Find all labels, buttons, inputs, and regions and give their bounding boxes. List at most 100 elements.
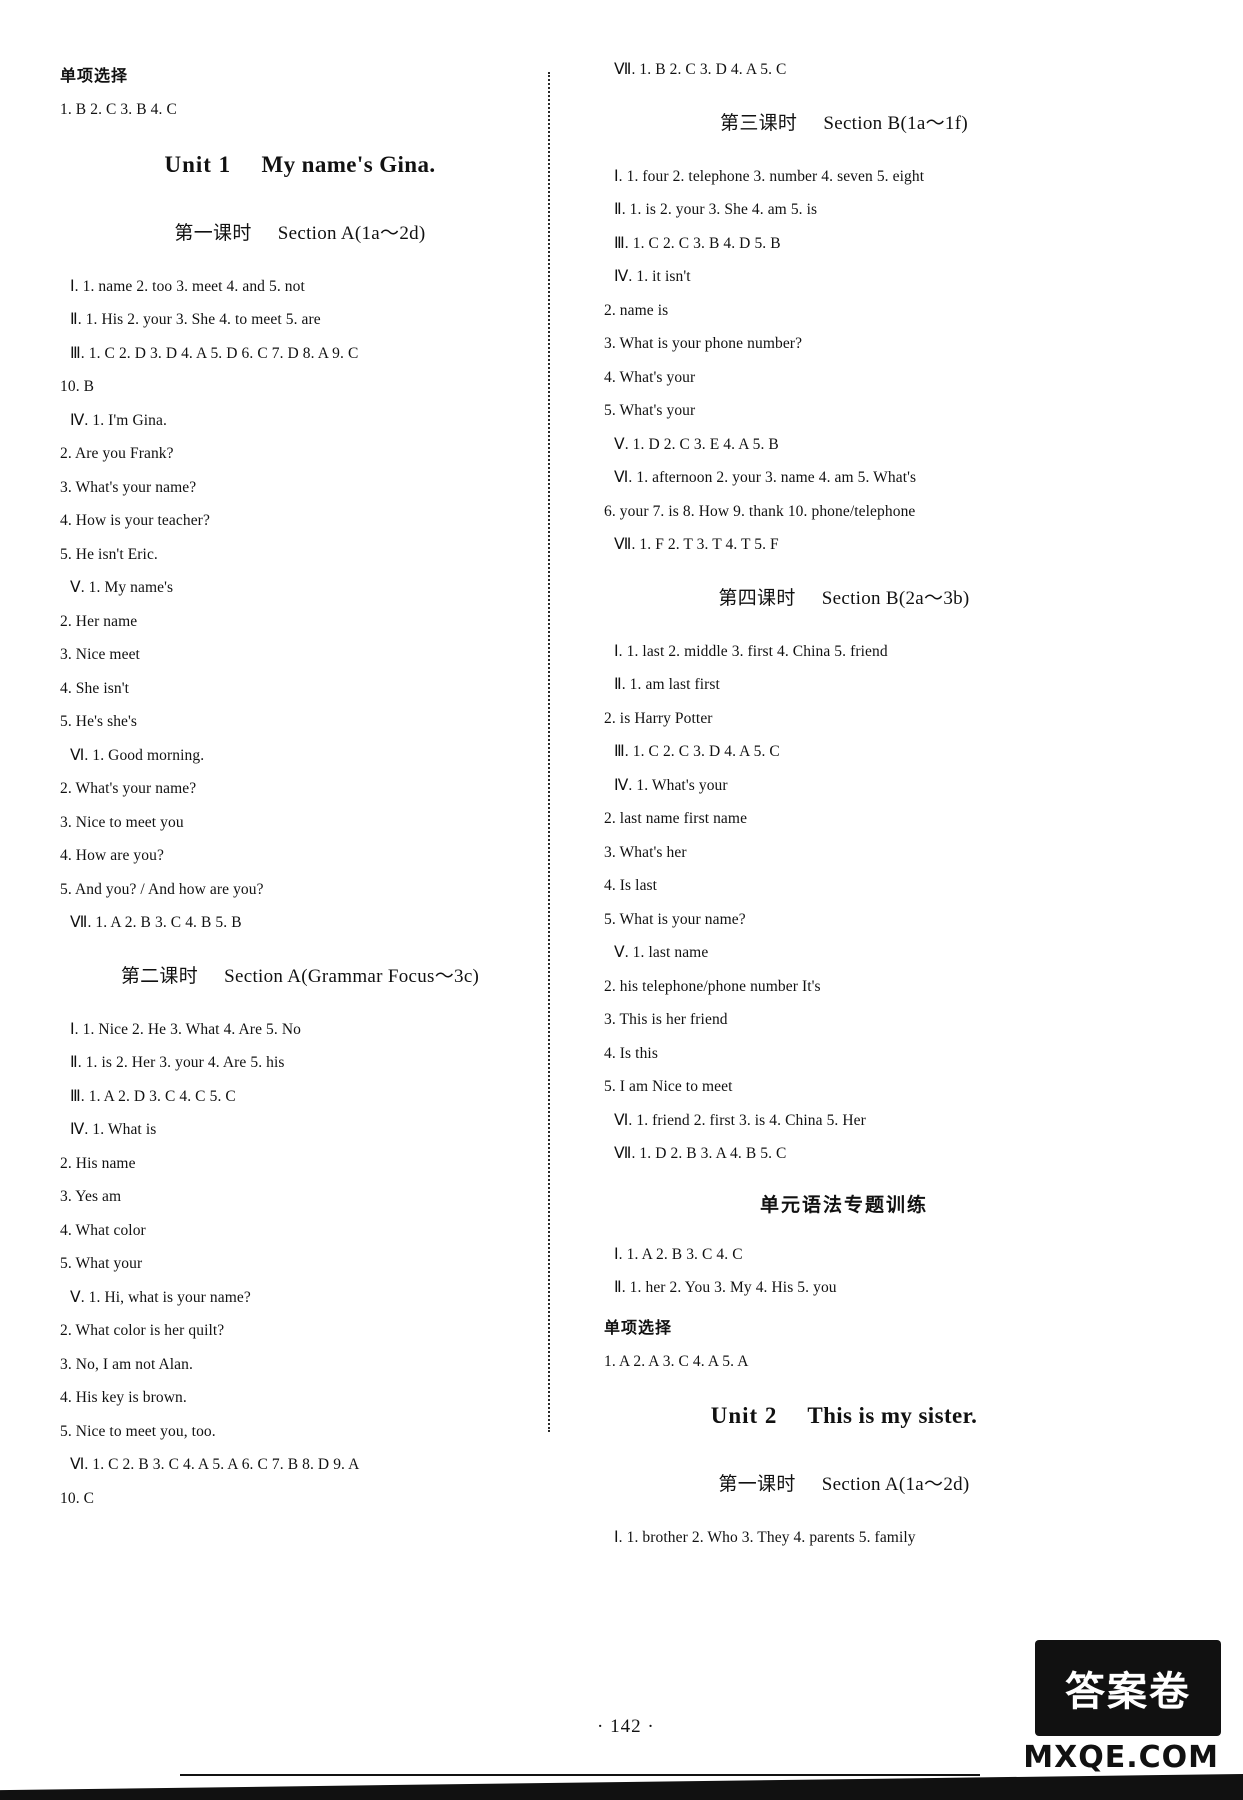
answer-line: 10. C	[60, 1489, 95, 1507]
answer-line: Ⅴ. 1. D 2. C 3. E 4. A 5. B	[614, 435, 779, 453]
answer-line: 5. Nice to meet you, too.	[60, 1422, 216, 1440]
answer-line: 4. What color	[60, 1221, 146, 1239]
answer-line: Ⅱ. 1. her 2. You 3. My 4. His 5. you	[614, 1279, 837, 1296]
answer-line: 3. Nice to meet you	[60, 813, 184, 831]
page-number: · 142 ·	[597, 1716, 655, 1737]
answer-line: 5. He's she's	[60, 713, 138, 730]
answer-line: 4. His key is brown.	[60, 1389, 187, 1406]
unit-1-name: My name's Gina.	[261, 151, 436, 177]
answer-line: Ⅳ. 1. it isn't	[614, 268, 691, 285]
answer-line: Ⅴ. 1. last name	[614, 944, 709, 961]
lesson-2-en: Section A(Grammar Focus～3c)	[224, 965, 480, 987]
answer-line: Ⅰ. 1. name 2. too 3. meet 4. and 5. not	[70, 277, 305, 295]
answer-line: Ⅱ. 1. is 2. Her 3. your 4. Are 5. his	[70, 1054, 285, 1071]
watermark: 答案卷 MXQE.COM	[1019, 1640, 1227, 1790]
footer-rule	[180, 1774, 980, 1776]
answer-line: Ⅵ. 1. afternoon 2. your 3. name 4. am 5.…	[614, 469, 917, 486]
answer-line: 3. No, I am not Alan.	[60, 1355, 193, 1373]
answer-line: Ⅳ. 1. What's your	[614, 776, 728, 794]
watermark-badge: 答案卷	[1035, 1640, 1221, 1736]
answer-line: 5. What's your	[604, 402, 696, 419]
answer-line: 3. Yes am	[60, 1188, 122, 1205]
unit-1-label: Unit 1	[164, 151, 232, 177]
answer-line: 3. What's your name?	[60, 478, 197, 496]
lesson-1-en: Section A(1a～2d)	[277, 222, 426, 244]
lesson-2-cn: 第二课时	[120, 964, 199, 987]
answer-line: Ⅲ. 1. A 2. D 3. C 4. C 5. C	[70, 1087, 236, 1105]
lesson-3-cn: 第三课时	[720, 111, 798, 134]
right-top-answers: Ⅶ. 1. B 2. C 3. D 4. A 5. C	[614, 61, 787, 78]
answer-line: Ⅶ. 1. D 2. B 3. A 4. B 5. C	[614, 1145, 787, 1162]
answer-line: Ⅴ. 1. My name's	[70, 579, 174, 596]
answer-line: Ⅵ. 1. C 2. B 3. C 4. A 5. A 6. C 7. B 8.…	[70, 1456, 360, 1473]
answer-line: Ⅱ. 1. His 2. your 3. She 4. to meet 5. a…	[70, 311, 321, 328]
lesson-5-en: Section A(1a～2d)	[821, 1474, 970, 1495]
answer-line: Ⅴ. 1. Hi, what is your name?	[70, 1288, 251, 1306]
answer-line: 2. last name first name	[604, 810, 748, 827]
answer-line: Ⅲ. 1. C 2. D 3. D 4. A 5. D 6. C 7. D 8.…	[70, 344, 359, 362]
answer-line: 2. his telephone/phone number It's	[604, 977, 821, 995]
unit-1-title: Unit 1 My name's Gina.	[60, 152, 540, 178]
lesson-title-2: 第二课时 Section A(Grammar Focus～3c)	[60, 961, 540, 988]
lesson-title-5: 第一课时 Section A(1a～2d)	[604, 1469, 1084, 1496]
answer-line: 5. And you? / And how are you?	[60, 880, 264, 898]
answer-line: 4. How is your teacher?	[60, 512, 210, 529]
answer-line: 6. your 7. is 8. How 9. thank 10. phone/…	[604, 502, 916, 520]
unit-2-name: This is my sister.	[807, 1403, 978, 1428]
watermark-url: MXQE.COM	[1023, 1740, 1219, 1775]
grammar-choice-answers: 1. A 2. A 3. C 4. A 5. A	[604, 1352, 749, 1370]
lesson-3-en: Section B(1a～1f)	[823, 112, 968, 134]
lesson-4-cn: 第四课时	[718, 586, 796, 609]
answer-line: Ⅱ. 1. is 2. your 3. She 4. am 5. is	[614, 201, 818, 218]
answer-line: 2. What color is her quilt?	[60, 1322, 225, 1339]
lesson-4-en: Section B(2a～3b)	[821, 587, 970, 609]
answer-line: Ⅰ. 1. last 2. middle 3. first 4. China 5…	[614, 642, 888, 660]
answer-line: Ⅰ. 1. Nice 2. He 3. What 4. Are 5. No	[70, 1020, 301, 1038]
answer-line: Ⅰ. 1. brother 2. Who 3. They 4. parents …	[614, 1529, 916, 1546]
grammar-section-title: 单元语法专题训练	[759, 1193, 928, 1216]
answer-line: 4. She isn't	[60, 679, 130, 697]
answer-line: Ⅱ. 1. am last first	[614, 676, 720, 693]
two-column-body: 单项选择 1. B 2. C 3. B 4. C Unit 1 My name'…	[60, 62, 1190, 1692]
unit-2-label: Unit 2	[710, 1403, 778, 1428]
answer-line: Ⅰ. 1. A 2. B 3. C 4. C	[614, 1245, 743, 1263]
answer-line: 3. This is her friend	[604, 1011, 728, 1028]
answer-line: Ⅶ. 1. F 2. T 3. T 4. T 5. F	[614, 536, 779, 553]
answer-line: Ⅵ. 1. Good morning.	[70, 746, 205, 764]
answer-line: 3. What's her	[604, 843, 687, 861]
answer-line: 4. Is last	[604, 877, 658, 894]
page-number-value: 142	[610, 1716, 642, 1737]
answer-line: 5. He isn't Eric.	[60, 545, 158, 563]
answer-line: 4. How are you?	[60, 847, 164, 864]
answer-line: Ⅳ. 1. I'm Gina.	[70, 411, 167, 429]
answer-line: 2. What's your name?	[60, 780, 197, 797]
grammar-choice-heading: 单项选择	[604, 1317, 673, 1337]
lesson-title-4: 第四课时 Section B(2a～3b)	[604, 583, 1084, 610]
answer-line: 10. B	[60, 378, 95, 395]
left-top-heading: 单项选择	[60, 66, 129, 85]
left-column: 单项选择 1. B 2. C 3. B 4. C Unit 1 My name'…	[60, 62, 558, 1692]
answer-line: 4. What's your	[604, 368, 696, 386]
answer-line: 4. Is this	[604, 1044, 658, 1062]
unit-2-title: Unit 2 This is my sister.	[604, 1403, 1084, 1429]
answer-key-page: 单项选择 1. B 2. C 3. B 4. C Unit 1 My name'…	[0, 0, 1243, 1800]
answer-line: Ⅵ. 1. friend 2. first 3. is 4. China 5. …	[614, 1111, 866, 1129]
right-column: Ⅶ. 1. B 2. C 3. D 4. A 5. C 第三课时 Section…	[558, 62, 1084, 1692]
answer-line: Ⅰ. 1. four 2. telephone 3. number 4. sev…	[614, 167, 925, 185]
answer-line: 3. Nice meet	[60, 646, 140, 663]
answer-line: 5. What is your name?	[604, 910, 746, 928]
answer-line: 5. What your	[60, 1255, 143, 1272]
answer-line: 2. His name	[60, 1154, 136, 1172]
answer-line: 2. is Harry Potter	[604, 709, 713, 727]
answer-line: Ⅲ. 1. C 2. C 3. B 4. D 5. B	[614, 234, 781, 252]
lesson-title-3: 第三课时 Section B(1a～1f)	[604, 108, 1084, 135]
answer-line: 5. I am Nice to meet	[604, 1078, 733, 1095]
lesson-title-1: 第一课时 Section A(1a～2d)	[60, 218, 540, 245]
answer-line: 2. Her name	[60, 612, 138, 630]
answer-line: Ⅲ. 1. C 2. C 3. D 4. A 5. C	[614, 743, 780, 760]
answer-line: Ⅶ. 1. A 2. B 3. C 4. B 5. B	[70, 914, 242, 931]
answer-line: 2. Are you Frank?	[60, 445, 174, 462]
answer-line: Ⅳ. 1. What is	[70, 1121, 157, 1138]
answer-line: 2. name is	[604, 301, 669, 319]
left-top-answers: 1. B 2. C 3. B 4. C	[60, 101, 177, 118]
